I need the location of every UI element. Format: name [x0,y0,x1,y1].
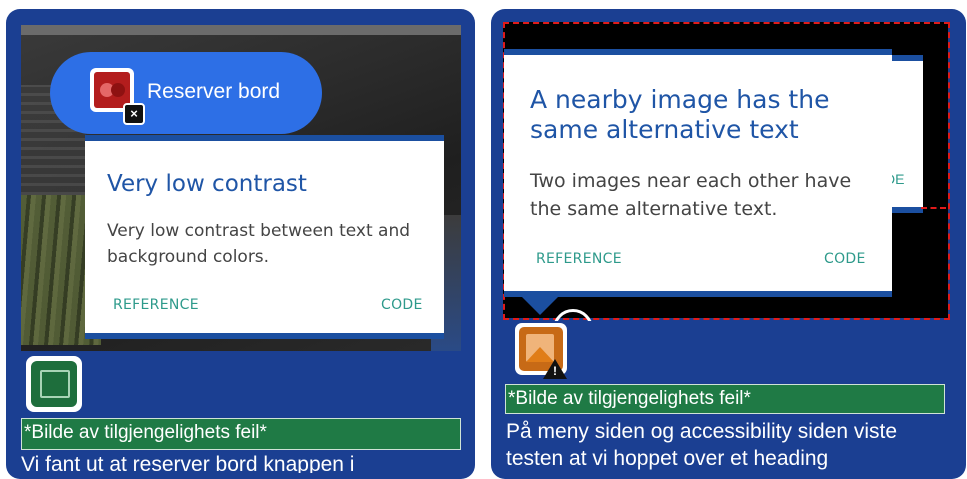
tooltip-pointer [522,297,558,315]
description-text: På meny siden og accessibility siden vis… [506,420,898,470]
reference-link[interactable]: REFERENCE [536,251,622,267]
tooltip-description: Very low contrast between text and backg… [107,221,411,267]
alt-text-tooltip: A nearby image has the same alternative … [504,49,892,297]
tooltip-title: Very low contrast [107,171,307,197]
warning-mark: ! [553,364,557,378]
close-icon[interactable]: × [123,103,145,125]
code-link[interactable]: CODE [381,297,423,313]
right-card: DE A nearby image has the same alternati… [491,9,966,479]
left-card: Reserver bord × Very low contrast Very l… [6,9,475,479]
reserver-bord-label: Reserver bord [147,80,281,103]
reference-link[interactable]: REFERENCE [113,297,199,313]
image-caption-label: *Bilde av tilgjengelighets feil* [505,384,945,414]
error-outline-segment [921,207,946,211]
image-caption-label: *Bilde av tilgjengelighets feil* [21,418,461,450]
tooltip-description: Two images near each other have the same… [530,170,852,220]
contrast-tooltip: Very low contrast Very low contrast betw… [85,135,444,339]
description-text: Vi fant ut at reserver bord knappen i [21,453,355,473]
image-icon[interactable] [26,356,82,412]
tooltip-title: A nearby image has the same alternative … [530,85,830,144]
code-link[interactable]: CODE [824,251,866,267]
